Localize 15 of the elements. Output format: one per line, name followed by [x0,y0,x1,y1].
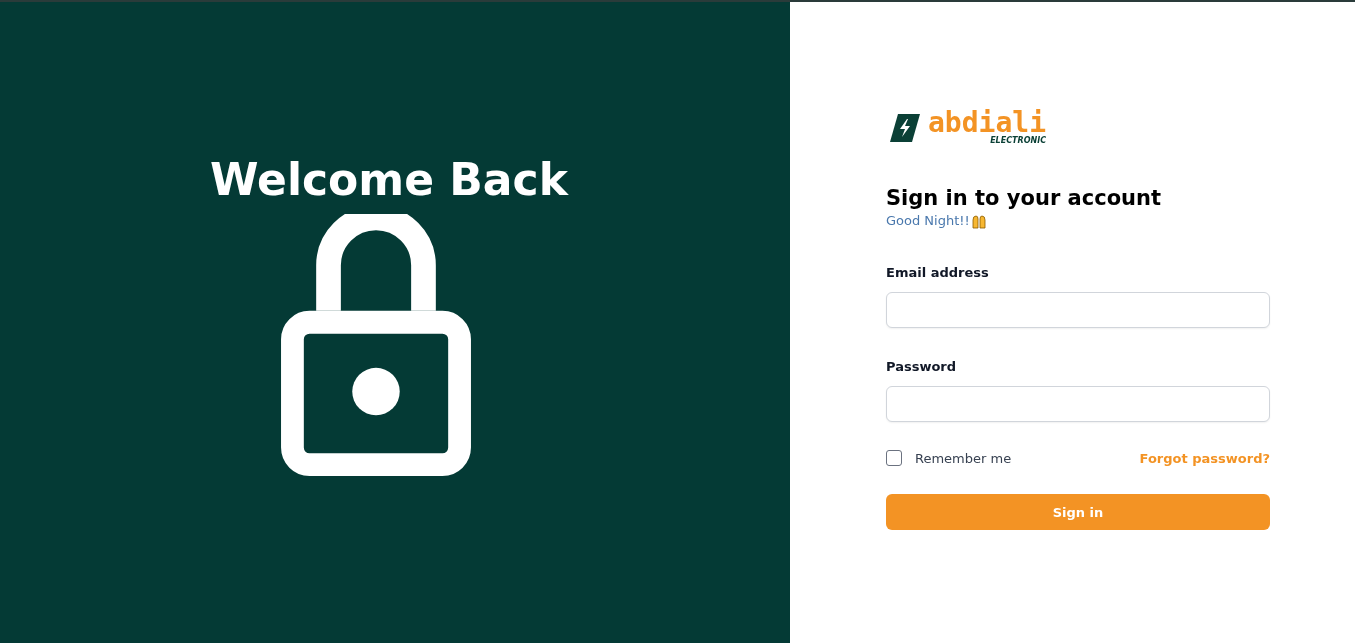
password-field[interactable] [886,386,1270,422]
sign-in-button[interactable]: Sign in [886,494,1270,530]
forgot-password-link[interactable]: Forgot password? [1139,450,1270,466]
field-label: Email address [886,264,990,282]
form-heading: Sign in to your account [886,185,1163,212]
remember-label: Remember me [915,450,1012,466]
padlock-icon [281,214,471,478]
welcome-heading: Welcome Back [210,153,568,207]
greeting-text: Good Night!! [886,212,970,230]
logo-tagline: ELECTRONIC [990,136,1046,146]
field-label: Password [886,358,958,376]
remember-checkbox[interactable] [886,450,902,466]
email-field[interactable] [886,292,1270,328]
logo-wordmark: abdiali [928,110,1046,136]
lightning-bolt-icon [890,113,920,143]
